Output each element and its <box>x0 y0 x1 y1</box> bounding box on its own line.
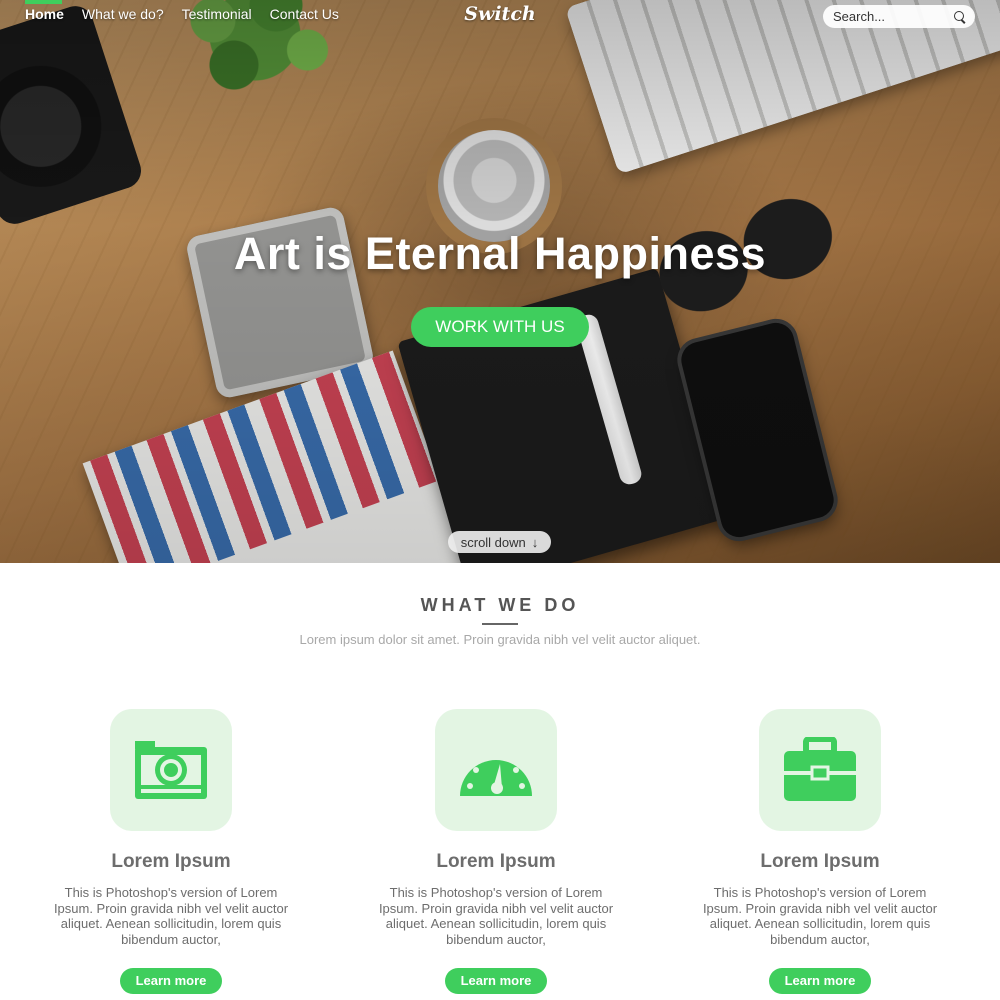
feature-title: Lorem Ipsum <box>111 851 231 872</box>
scroll-down-button[interactable]: scroll down ↓ <box>448 531 551 553</box>
feature-card: Lorem Ipsum This is Photoshop's version … <box>700 709 940 994</box>
feature-text: This is Photoshop's version of Lorem Ips… <box>53 885 289 947</box>
feature-card: Lorem Ipsum This is Photoshop's version … <box>376 709 616 994</box>
scroll-down-label: scroll down <box>460 534 526 550</box>
nav-item-testimonial[interactable]: Testimonial <box>182 6 252 22</box>
section-subtitle: Lorem ipsum dolor sit amet. Proin gravid… <box>299 632 701 647</box>
learn-more-button[interactable]: Learn more <box>769 968 871 994</box>
learn-more-button[interactable]: Learn more <box>445 968 547 994</box>
feature-icon-tile <box>110 709 232 831</box>
feature-icon-tile <box>759 709 881 831</box>
feature-title: Lorem Ipsum <box>436 851 556 872</box>
nav-item-home[interactable]: Home <box>25 6 64 22</box>
arrow-down-icon: ↓ <box>531 534 539 550</box>
feature-title: Lorem Ipsum <box>760 851 880 872</box>
section-title: WHAT WE DO <box>420 595 580 615</box>
search-box[interactable] <box>823 5 975 28</box>
nav-item-contact-us[interactable]: Contact Us <box>270 6 339 22</box>
learn-more-button[interactable]: Learn more <box>120 968 222 994</box>
search-input[interactable] <box>833 9 943 24</box>
nav-item-what-we-do[interactable]: What we do? <box>82 6 164 22</box>
hero-title: Art is Eternal Happiness <box>233 228 767 279</box>
search-icon[interactable] <box>953 10 967 24</box>
camera-icon <box>135 741 207 799</box>
feature-card: Lorem Ipsum This is Photoshop's version … <box>51 709 291 994</box>
main-nav: Home What we do? Testimonial Contact Us <box>25 6 339 22</box>
hero-overlay <box>0 0 1000 563</box>
dashboard-icon <box>460 751 532 796</box>
feature-text: This is Photoshop's version of Lorem Ips… <box>702 885 938 947</box>
work-with-us-button[interactable]: WORK WITH US <box>411 307 589 347</box>
section-divider <box>482 623 518 625</box>
briefcase-icon <box>784 737 856 801</box>
feature-icon-tile <box>435 709 557 831</box>
nav-active-indicator <box>25 0 62 4</box>
feature-text: This is Photoshop's version of Lorem Ips… <box>378 885 614 947</box>
hero-section: Home What we do? Testimonial Contact Us … <box>0 0 1000 563</box>
